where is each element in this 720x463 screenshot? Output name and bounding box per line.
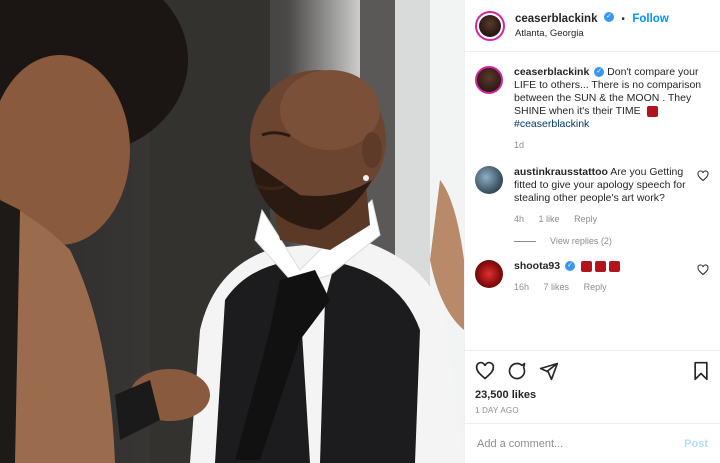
share-icon[interactable] (539, 361, 559, 381)
flower-emoji-icon (646, 105, 658, 117)
add-comment-input[interactable] (477, 437, 685, 450)
likes-count[interactable]: 23,500 likes (475, 389, 710, 401)
avatar-image (479, 14, 501, 37)
comment-meta: 16h 7 likes Reply (514, 281, 688, 294)
comment-meta: 4h 1 like Reply (514, 213, 688, 226)
add-comment-bar: Post (465, 423, 720, 463)
avatar[interactable] (475, 66, 503, 94)
view-replies-label: View replies (2) (550, 236, 612, 246)
post-comment-button[interactable]: Post (684, 438, 708, 450)
comment-item: shoota93 ✓ 16h 7 likes Reply (475, 260, 710, 294)
comment-username[interactable]: austinkrausstattoo (514, 166, 608, 178)
comment-body: austinkrausstattoo Are you Getting fitte… (514, 166, 688, 226)
caption-age[interactable]: 1d (514, 140, 524, 150)
flower-emoji-icon (594, 260, 606, 272)
caption-body: ceaserblackink ✓ Don't compare your LIFE… (514, 66, 710, 152)
location-link[interactable]: Atlanta, Georgia (515, 27, 669, 41)
avatar[interactable] (475, 10, 505, 41)
action-icons (475, 359, 710, 383)
view-replies-line (514, 240, 536, 242)
post-header: ceaserblackink ✓ • Follow Atlanta, Georg… (465, 0, 720, 52)
avatar[interactable] (475, 260, 503, 288)
bookmark-icon[interactable] (692, 361, 710, 381)
comment-item: austinkrausstattoo Are you Getting fitte… (475, 166, 710, 226)
verified-badge-icon: ✓ (603, 12, 614, 23)
username-link[interactable]: ceaserblackink (515, 13, 597, 25)
verified-badge-icon: ✓ (565, 261, 576, 272)
like-comment-heart-icon[interactable] (696, 170, 710, 182)
caption-username[interactable]: ceaserblackink (514, 66, 589, 78)
comment-body: shoota93 ✓ 16h 7 likes Reply (514, 260, 688, 294)
flower-emoji-icon (580, 260, 592, 272)
view-replies-button[interactable]: View replies (2) (514, 236, 710, 246)
comment-age[interactable]: 4h (514, 214, 524, 224)
caption-meta: 1d (514, 139, 710, 152)
comment-icon[interactable] (507, 361, 527, 381)
comment-username[interactable]: shoota93 (514, 260, 560, 272)
follow-button[interactable]: Follow (632, 13, 668, 25)
post-sidebar: ceaserblackink ✓ • Follow Atlanta, Georg… (464, 0, 720, 463)
comment-likes[interactable]: 7 likes (544, 282, 570, 292)
avatar[interactable] (475, 166, 503, 194)
post-header-meta: ceaserblackink ✓ • Follow Atlanta, Georg… (515, 11, 669, 41)
post-timestamp: 1 DAY AGO (475, 406, 519, 415)
like-comment-heart-icon[interactable] (696, 264, 710, 276)
photo-illustration (0, 0, 464, 463)
reply-button[interactable]: Reply (584, 282, 607, 292)
flower-emoji-icon (608, 260, 620, 272)
comment-age[interactable]: 16h (514, 282, 529, 292)
separator-dot: • (621, 13, 625, 25)
hashtag-link[interactable]: #ceaserblackink (514, 118, 589, 130)
post-photo[interactable] (0, 0, 464, 463)
comments-list[interactable]: ceaserblackink ✓ Don't compare your LIFE… (465, 52, 720, 342)
reply-button[interactable]: Reply (574, 214, 597, 224)
verified-badge-icon: ✓ (594, 67, 605, 78)
comment-likes[interactable]: 1 like (539, 214, 560, 224)
heart-icon[interactable] (475, 361, 495, 381)
caption: ceaserblackink ✓ Don't compare your LIFE… (475, 66, 710, 152)
post-actions: 23,500 likes 1 DAY AGO (465, 350, 720, 415)
